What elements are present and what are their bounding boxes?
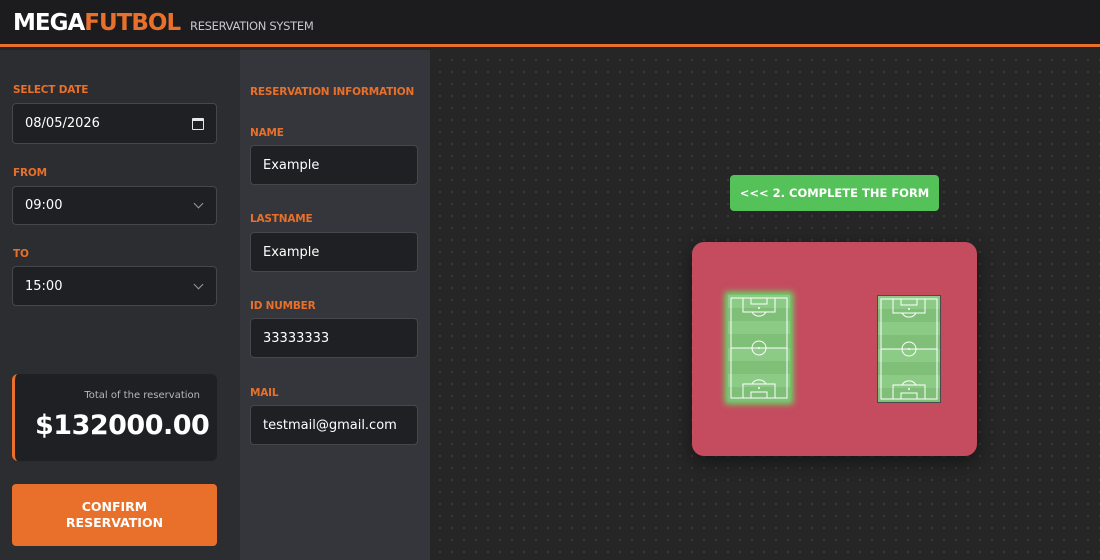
from-select[interactable]: 09:00 [12,186,217,225]
total-value: $132000.00 [35,410,210,441]
mail-input[interactable]: testmail@gmail.com [250,405,418,445]
total-label: Total of the reservation [84,390,200,401]
to-value: 15:00 [25,278,63,294]
confirm-reservation-button[interactable]: CONFIRM RESERVATION [12,484,217,546]
complete-form-hint-button[interactable]: <<< 2. COMPLETE THE FORM [730,175,939,211]
mail-label: MAIL [250,387,279,399]
to-label: TO [13,248,29,260]
lastname-value: Example [263,244,320,260]
app-header: MEGAFUTBOL RESERVATION SYSTEM [0,0,1100,47]
name-label: NAME [250,127,284,139]
logo-mega: MEGA [13,10,85,36]
name-value: Example [263,157,320,173]
lastname-input[interactable]: Example [250,232,418,272]
total-card: Total of the reservation $132000.00 [12,374,217,461]
from-label: FROM [13,167,47,179]
venue-map [692,242,977,456]
name-input[interactable]: Example [250,145,418,185]
id-value: 33333333 [263,330,330,346]
calendar-icon[interactable] [192,117,204,130]
soccer-field-2[interactable] [877,295,941,403]
to-select[interactable]: 15:00 [12,266,217,306]
soccer-pitch-icon [878,296,940,402]
id-label: ID NUMBER [250,300,316,312]
id-number-input[interactable]: 33333333 [250,318,418,358]
from-value: 09:00 [25,198,63,213]
date-input[interactable]: 08/05/2026 [12,103,217,144]
chevron-down-icon [193,198,204,209]
date-label: SELECT DATE [13,84,89,96]
brand-logo[interactable]: MEGAFUTBOL [13,9,181,37]
chevron-down-icon [193,279,204,289]
date-value: 08/05/2026 [25,116,100,131]
form-heading: RESERVATION INFORMATION [250,86,415,98]
app-subtitle: RESERVATION SYSTEM [190,19,314,33]
lastname-label: LASTNAME [250,213,313,225]
logo-futbol: FUTBOL [84,10,181,36]
mail-value: testmail@gmail.com [263,417,397,433]
soccer-pitch-icon [728,295,790,401]
soccer-field-1[interactable] [728,295,790,401]
